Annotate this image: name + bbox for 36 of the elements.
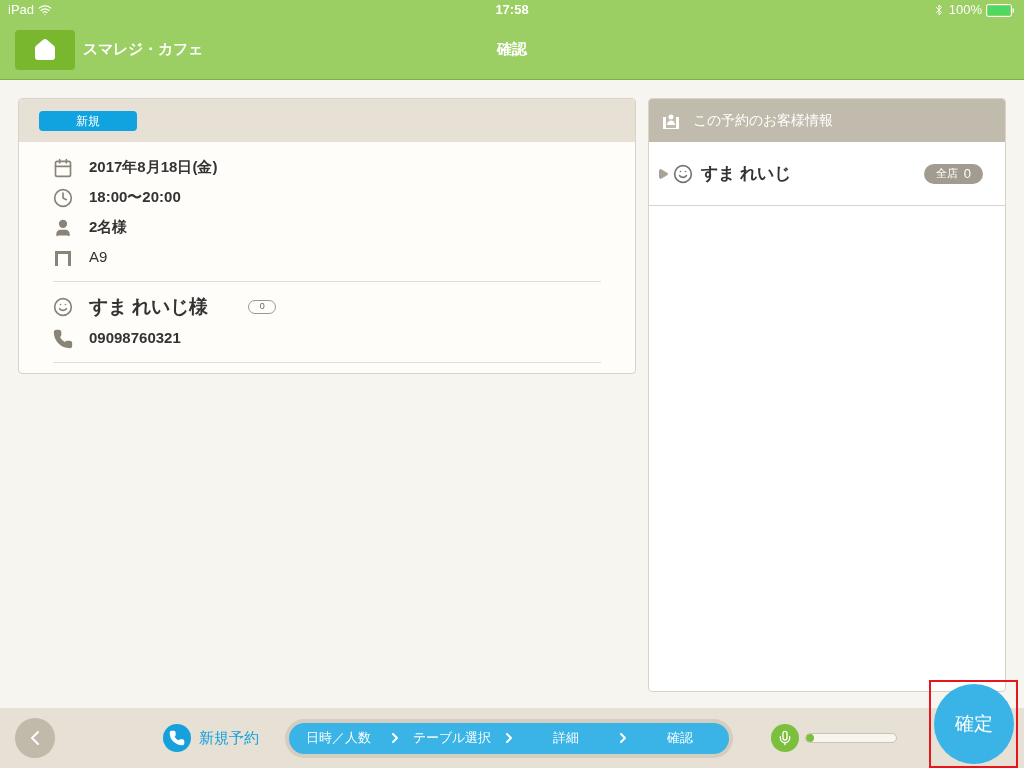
wifi-icon xyxy=(38,3,53,17)
step-label[interactable]: テーブル選択 xyxy=(403,728,501,748)
status-badge: 新規 xyxy=(39,110,137,131)
step-label[interactable]: 日時／人数 xyxy=(289,728,387,748)
detail-text: A9 xyxy=(89,247,108,268)
clock-time: 17:58 xyxy=(495,1,529,20)
battery-percent: 100% xyxy=(948,1,982,20)
badge-label: 全店 xyxy=(935,166,958,182)
home-button[interactable] xyxy=(15,29,75,70)
back-button[interactable] xyxy=(15,718,55,758)
detail-text: 18:00〜20:00 xyxy=(89,187,181,208)
visit-badge: 全店 0 xyxy=(923,163,983,184)
step-label[interactable]: 詳細 xyxy=(517,728,615,748)
smiley-icon xyxy=(673,163,693,184)
mic-icon xyxy=(777,730,793,746)
battery-icon xyxy=(986,3,1016,17)
step-label[interactable]: 確認 xyxy=(631,728,729,748)
clock-icon xyxy=(53,187,73,208)
panel-title: この予約のお客様情報 xyxy=(693,111,833,130)
detail-text: 2017年8月18日(金) xyxy=(89,157,218,178)
customer-name: すま れいじ様 xyxy=(89,294,209,319)
customer-name: すま れいじ xyxy=(701,162,792,185)
confirm-button[interactable]: 確定 xyxy=(933,684,1014,764)
reservation-mode: 新規予約 xyxy=(199,727,259,748)
phone-number: 09098760321 xyxy=(89,328,181,349)
home-icon xyxy=(33,37,57,62)
smiley-icon xyxy=(53,297,73,317)
phone-icon xyxy=(53,328,73,349)
person-icon xyxy=(53,217,73,238)
customer-row[interactable]: すま れいじ 全店 0 xyxy=(649,142,1005,206)
device-name: iPad xyxy=(8,1,35,20)
page-title: 確認 xyxy=(497,39,527,60)
calendar-icon xyxy=(53,157,73,178)
mic-button[interactable] xyxy=(771,724,799,752)
detail-text: 2名様 xyxy=(89,217,128,238)
shop-name: スマレジ・カフェ xyxy=(83,39,203,60)
